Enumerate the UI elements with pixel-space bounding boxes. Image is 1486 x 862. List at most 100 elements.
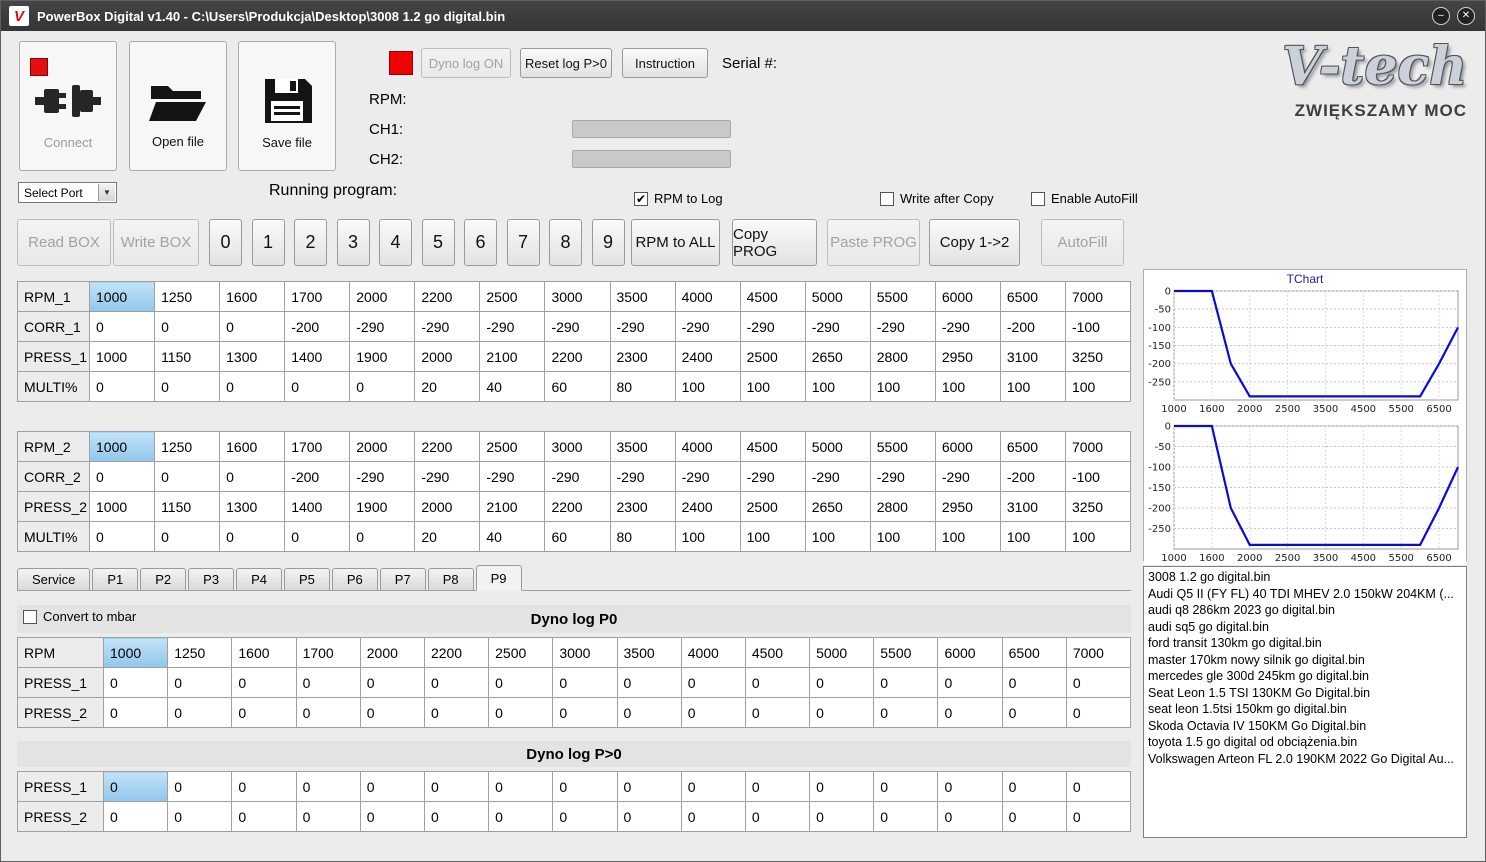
cell[interactable]: -290 <box>544 311 611 342</box>
cell[interactable]: 0 <box>295 697 361 728</box>
cell[interactable]: 0 <box>154 521 221 552</box>
cell[interactable]: 100 <box>999 521 1066 552</box>
cell[interactable]: 0 <box>295 801 361 832</box>
cell[interactable]: 3100 <box>999 491 1066 522</box>
file-list-item[interactable]: Skoda Octavia IV 150KM Go Digital.bin <box>1148 718 1462 735</box>
cell[interactable]: 0 <box>154 311 221 342</box>
cell[interactable]: -100 <box>1064 311 1132 342</box>
cell[interactable]: 4500 <box>739 281 806 312</box>
cell[interactable]: 4000 <box>680 637 746 668</box>
cell[interactable]: 1300 <box>219 491 286 522</box>
close-button[interactable]: ✕ <box>1457 7 1475 25</box>
cell[interactable]: -290 <box>349 461 416 492</box>
cell[interactable]: 0 <box>680 697 746 728</box>
cell[interactable]: 2200 <box>423 637 490 668</box>
cell[interactable]: 1300 <box>219 341 286 372</box>
cell[interactable]: 0 <box>167 697 233 728</box>
tab-p3[interactable]: P3 <box>188 568 235 590</box>
file-list-item[interactable]: audi q8 286km 2023 go digital.bin <box>1148 602 1462 619</box>
cell[interactable]: 1150 <box>154 341 221 372</box>
file-list-item[interactable]: 3008 1.2 go digital.bin <box>1148 569 1462 586</box>
file-list-item[interactable]: Volkswagen Arteon FL 2.0 190KM 2022 Go D… <box>1148 751 1462 768</box>
save-file-button[interactable]: Save file <box>238 41 336 171</box>
cell[interactable]: 0 <box>873 801 939 832</box>
cell[interactable]: 0 <box>284 521 351 552</box>
cell[interactable]: 0 <box>88 371 156 402</box>
file-list-item[interactable]: Seat Leon 1.5 TSI 130KM Go Digital.bin <box>1148 685 1462 702</box>
cell[interactable]: 2800 <box>869 491 936 522</box>
cell[interactable]: 20 <box>414 371 481 402</box>
cell[interactable]: 0 <box>616 801 682 832</box>
cell[interactable]: 0 <box>88 521 156 552</box>
cell[interactable]: 0 <box>231 667 297 698</box>
cell[interactable]: 2200 <box>414 431 481 462</box>
cell[interactable]: 6000 <box>934 431 1001 462</box>
copy-1-2-button[interactable]: Copy 1->2 <box>929 219 1020 266</box>
instruction-button[interactable]: Instruction <box>622 48 708 78</box>
cell[interactable]: 0 <box>295 667 361 698</box>
cell[interactable]: 1700 <box>284 431 351 462</box>
cell[interactable]: 3500 <box>609 281 676 312</box>
cell[interactable]: 0 <box>88 461 156 492</box>
file-list-item[interactable]: toyota 1.5 go digital od obciążenia.bin <box>1148 734 1462 751</box>
cell[interactable]: -290 <box>609 311 676 342</box>
cell[interactable]: 3500 <box>616 637 682 668</box>
cell[interactable]: 100 <box>1064 521 1132 552</box>
cell[interactable]: 0 <box>167 771 233 802</box>
cell[interactable]: 1900 <box>349 341 416 372</box>
cell[interactable]: 0 <box>488 667 554 698</box>
cell[interactable]: 100 <box>934 371 1001 402</box>
cell[interactable]: 0 <box>937 801 1003 832</box>
cell[interactable]: -290 <box>674 311 741 342</box>
cell[interactable]: 3000 <box>544 281 611 312</box>
cell[interactable]: 0 <box>359 801 425 832</box>
cell[interactable]: 0 <box>1001 697 1067 728</box>
cell[interactable]: 6000 <box>937 637 1003 668</box>
cell[interactable]: 7000 <box>1064 281 1132 312</box>
cell[interactable]: 1700 <box>284 281 351 312</box>
cell[interactable]: 80 <box>609 371 676 402</box>
cell[interactable]: 0 <box>488 801 554 832</box>
minimize-button[interactable]: – <box>1432 7 1450 25</box>
cell[interactable]: 40 <box>479 521 546 552</box>
cell[interactable]: 3250 <box>1064 341 1132 372</box>
cell[interactable]: 2500 <box>739 491 806 522</box>
tab-p5[interactable]: P5 <box>283 568 330 590</box>
cell[interactable]: -290 <box>609 461 676 492</box>
cell[interactable]: 0 <box>231 771 297 802</box>
file-list-item[interactable]: master 170km nowy silnik go digital.bin <box>1148 652 1462 669</box>
cell[interactable]: 5500 <box>869 431 936 462</box>
cell[interactable]: 0 <box>295 771 361 802</box>
cell[interactable]: 0 <box>873 697 939 728</box>
cell[interactable]: 2100 <box>479 491 546 522</box>
cell[interactable]: 0 <box>1065 697 1132 728</box>
cell[interactable]: 3000 <box>544 431 611 462</box>
cell[interactable]: 60 <box>544 371 611 402</box>
cell[interactable]: 100 <box>869 521 936 552</box>
cell[interactable]: 40 <box>479 371 546 402</box>
cell[interactable]: 1000 <box>88 341 156 372</box>
cell[interactable]: 7000 <box>1065 637 1132 668</box>
cell[interactable]: 100 <box>674 521 741 552</box>
digit-0-button[interactable]: 0 <box>209 219 242 266</box>
cell[interactable]: -200 <box>284 311 351 342</box>
convert-to-mbar-checkbox[interactable]: Convert to mbar <box>23 609 136 624</box>
cell[interactable]: 0 <box>1065 801 1132 832</box>
tab-service[interactable]: Service <box>17 568 91 590</box>
cell[interactable]: -290 <box>804 461 871 492</box>
cell[interactable]: 2800 <box>869 341 936 372</box>
cell[interactable]: 1400 <box>284 491 351 522</box>
cell[interactable]: 3100 <box>999 341 1066 372</box>
cell[interactable]: 60 <box>544 521 611 552</box>
write-after-copy-checkbox[interactable]: Write after Copy <box>880 191 994 206</box>
cell[interactable]: 1600 <box>231 637 297 668</box>
cell[interactable]: 0 <box>937 697 1003 728</box>
cell[interactable]: 100 <box>739 521 806 552</box>
cell[interactable]: 0 <box>231 697 297 728</box>
cell[interactable]: 0 <box>616 667 682 698</box>
cell[interactable]: 100 <box>1064 371 1132 402</box>
cell[interactable]: 0 <box>219 371 286 402</box>
cell[interactable]: 100 <box>674 371 741 402</box>
cell[interactable]: 1000 <box>88 281 156 312</box>
cell[interactable]: 0 <box>744 771 811 802</box>
